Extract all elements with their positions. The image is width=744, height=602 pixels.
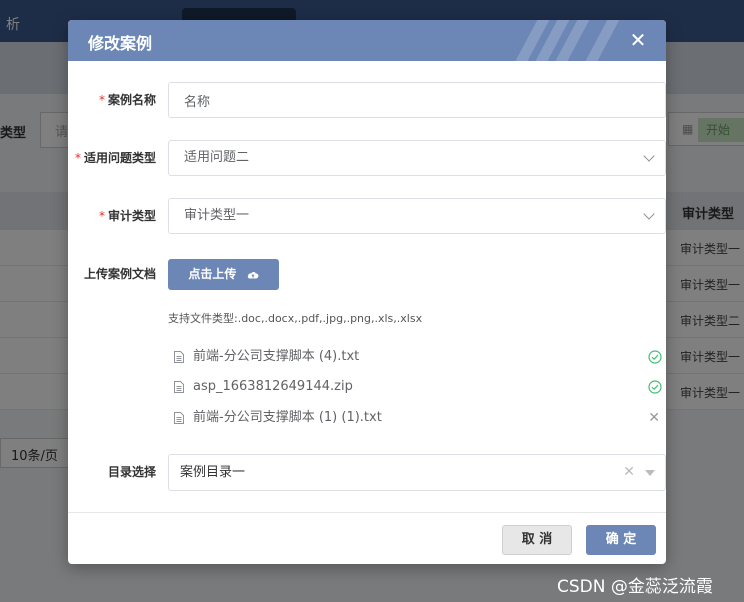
case-name-label: * 案例名称 (68, 82, 156, 118)
required-mark: * (98, 93, 105, 107)
document-icon (174, 412, 184, 424)
cancel-button[interactable]: 取 消 (502, 525, 572, 555)
dialog-header: 修改案例 ✕ (68, 20, 666, 61)
file-name: asp_1663812649144.zip (193, 379, 353, 394)
directory-select[interactable]: 案例目录一 ✕ (168, 454, 666, 491)
audit-type-label: * 审计类型 (68, 198, 156, 234)
audit-type-label-text: 审计类型 (107, 209, 156, 223)
cloud-upload-icon (247, 271, 259, 279)
remove-file-icon[interactable]: ✕ (648, 405, 660, 431)
chevron-down-icon (643, 208, 655, 220)
caret-down-icon (645, 470, 655, 476)
problem-type-select[interactable]: 适用问题二 (168, 140, 666, 176)
case-name-input[interactable] (168, 82, 666, 118)
audit-type-value: 审计类型一 (184, 208, 250, 223)
success-check-icon (648, 350, 662, 364)
file-name: 前端-分公司支撑脚本 (1) (1).txt (193, 410, 382, 425)
upload-tip: 支持文件类型:.doc,.docx,.pdf,.jpg,.png,.xls,.x… (168, 312, 423, 325)
file-name: 前端-分公司支撑脚本 (4).txt (193, 349, 360, 364)
document-icon (174, 351, 184, 363)
file-list-item[interactable]: 前端-分公司支撑脚本 (4).txt (168, 344, 666, 370)
problem-type-label: * 适用问题类型 (68, 140, 156, 176)
file-list-item[interactable]: asp_1663812649144.zip (168, 374, 666, 400)
audit-type-select[interactable]: 审计类型一 (168, 198, 666, 234)
watermark: CSDN @金蕊泛流霞 (557, 577, 713, 597)
required-mark: * (98, 209, 105, 223)
directory-value: 案例目录一 (180, 465, 246, 480)
file-list-item[interactable]: 前端-分公司支撑脚本 (1) (1).txt ✕ (168, 405, 666, 431)
problem-type-label-text: 适用问题类型 (83, 151, 156, 165)
confirm-button[interactable]: 确 定 (586, 525, 656, 555)
close-icon[interactable]: ✕ (628, 30, 648, 50)
upload-button-label: 点击上传 (188, 267, 237, 281)
clear-icon[interactable]: ✕ (623, 455, 635, 490)
upload-button[interactable]: 点击上传 (168, 259, 279, 290)
edit-case-dialog: 修改案例 ✕ *案例名称 *适用问题类型 适用问题二 *审计类型 审计类型一 上… (68, 20, 666, 564)
dialog-title: 修改案例 (88, 34, 153, 53)
dialog-footer: 取 消 确 定 (68, 512, 666, 564)
document-icon (174, 381, 184, 393)
chevron-down-icon (643, 150, 655, 162)
directory-label: 目录选择 (107, 465, 156, 479)
required-mark: * (74, 151, 81, 165)
upload-label: 上传案例文档 (83, 267, 156, 281)
header-decoration (504, 20, 644, 61)
success-check-icon (648, 380, 662, 394)
problem-type-value: 适用问题二 (184, 150, 250, 165)
case-name-label-text: 案例名称 (107, 93, 156, 107)
